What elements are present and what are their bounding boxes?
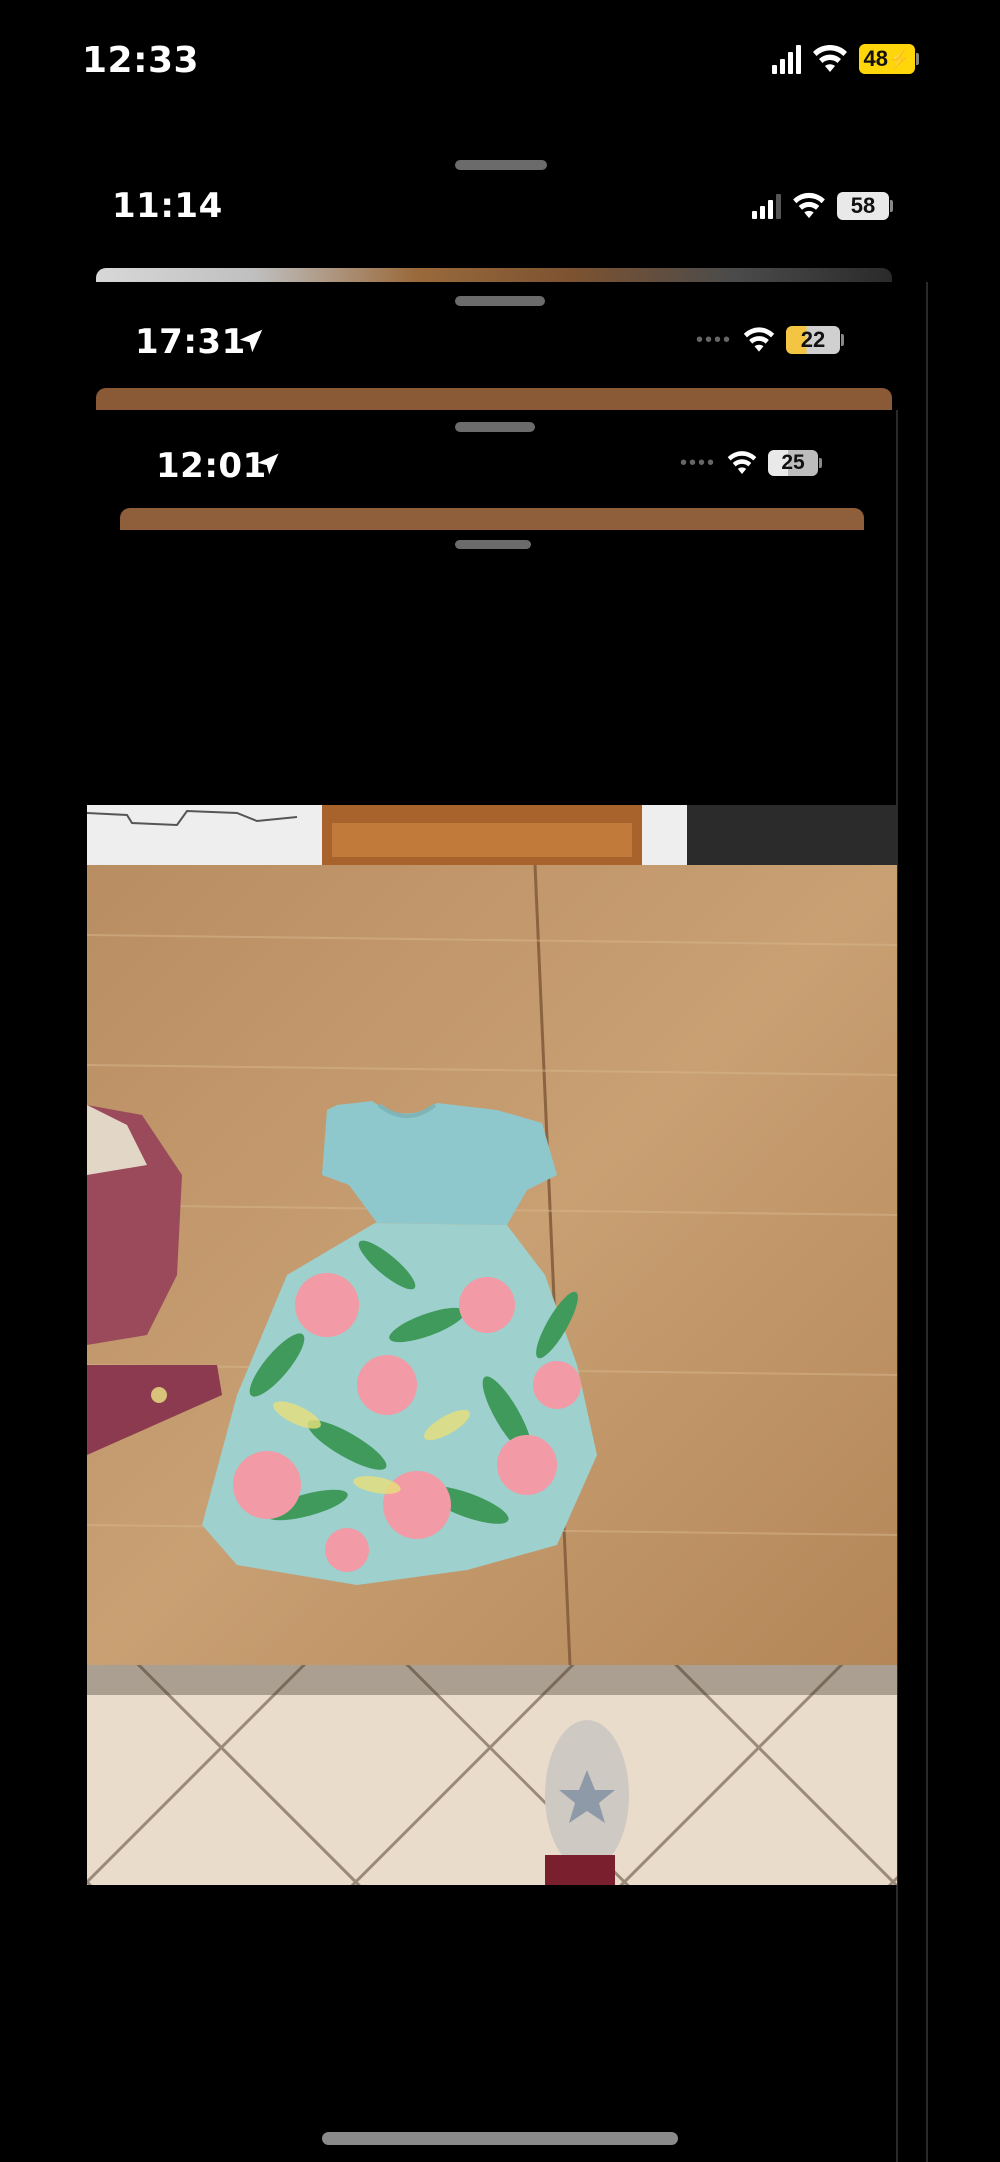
- cellular-signal-icon: [752, 193, 781, 219]
- home-indicator[interactable]: [322, 2132, 678, 2145]
- battery-charging-icon: 48 ⚡: [859, 44, 919, 74]
- stack-edge-line: [926, 282, 928, 2162]
- battery-level: 25: [768, 450, 819, 476]
- status-time: 12:33: [82, 40, 200, 81]
- status-icons: 58: [752, 192, 893, 220]
- sheet-grabber-4[interactable]: [455, 540, 531, 549]
- status-time: 12:01: [156, 446, 267, 486]
- no-signal-dots-icon: ••••: [696, 328, 733, 351]
- status-time: 17:31: [135, 322, 246, 362]
- cellular-signal-icon: [772, 44, 801, 74]
- status-icons: 48 ⚡: [772, 44, 919, 74]
- location-arrow-icon: [257, 453, 279, 475]
- product-photo[interactable]: [87, 805, 897, 1885]
- status-time: 11:14: [112, 186, 223, 226]
- battery-level: 48: [863, 46, 889, 71]
- dress-photo-image: [87, 805, 897, 1885]
- battery-level: 58: [837, 192, 889, 220]
- sheet-grabber-3[interactable]: [455, 422, 535, 432]
- battery-icon: 25: [768, 450, 823, 476]
- no-signal-dots-icon: ••••: [680, 451, 717, 474]
- wifi-icon: [813, 44, 847, 72]
- screenshot-preview-strip-3: [120, 508, 864, 530]
- sheet-grabber-1[interactable]: [455, 160, 547, 170]
- status-icons: •••• 22: [696, 326, 845, 354]
- wifi-icon: [727, 451, 757, 474]
- wifi-icon: [793, 192, 825, 219]
- status-icons: •••• 25: [680, 450, 823, 476]
- screenshot-preview-strip-1: [96, 268, 892, 282]
- battery-icon: 58: [837, 192, 893, 220]
- location-arrow-icon: [239, 329, 263, 353]
- sheet-grabber-2[interactable]: [455, 296, 545, 306]
- wifi-icon: [743, 327, 775, 352]
- battery-low-power-icon: 22: [786, 326, 845, 354]
- battery-level: 22: [786, 326, 841, 354]
- screenshot-preview-strip-2: [96, 388, 892, 410]
